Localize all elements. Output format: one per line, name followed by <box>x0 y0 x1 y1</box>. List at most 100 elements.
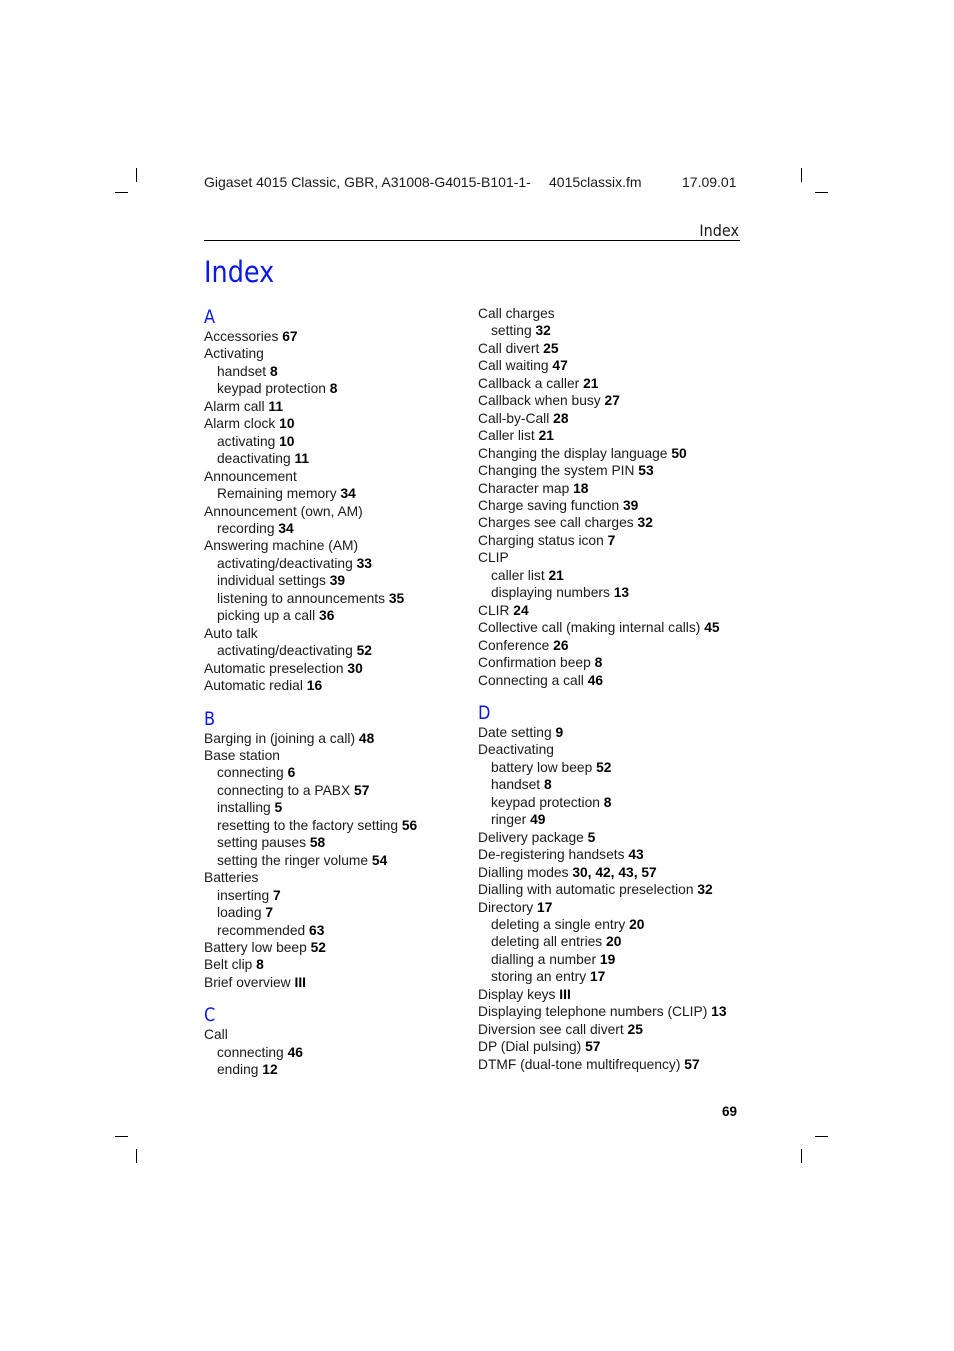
entry-page-ref[interactable]: 11 <box>294 451 309 466</box>
entry-page-ref[interactable]: 52 <box>357 643 372 658</box>
entry-page-ref[interactable]: 58 <box>310 835 325 850</box>
entry-term: installing <box>217 800 275 816</box>
entry-page-ref[interactable]: 11 <box>268 399 283 414</box>
entry-page-ref[interactable]: 7 <box>608 533 616 548</box>
entry-term: CLIP <box>478 550 509 566</box>
section-letter: A <box>204 306 216 328</box>
entry-page-ref[interactable]: 52 <box>596 760 611 775</box>
entry-page-ref[interactable]: 35 <box>389 591 404 606</box>
entry-page-ref[interactable]: 32 <box>638 515 653 530</box>
entry-page-ref[interactable]: 21 <box>583 376 598 391</box>
index-column-right: Call charges setting 32 Call divert 25 Call… <box>478 305 778 1073</box>
entry-page-ref[interactable]: 8 <box>270 364 278 379</box>
entry-page-ref[interactable]: 8 <box>256 957 264 972</box>
entry-page-ref[interactable]: 63 <box>309 923 324 938</box>
page-number: 69 <box>722 1104 738 1119</box>
entry-page-ref[interactable]: 17 <box>537 900 552 915</box>
entry-page-ref[interactable]: 54 <box>372 853 387 868</box>
entry-page-ref[interactable]: 20 <box>606 934 621 949</box>
entry-page-ref[interactable]: 20 <box>629 917 644 932</box>
entry-page-ref[interactable]: 57 <box>354 783 369 798</box>
entry-page-ref[interactable]: 10 <box>279 434 294 449</box>
entry-page-ref[interactable]: 32 <box>535 323 550 338</box>
entry-term: Charging status icon <box>478 532 608 548</box>
index-entry: Caller list 21 <box>478 427 778 444</box>
entry-page-ref[interactable]: 5 <box>275 800 283 815</box>
entry-page-ref[interactable]: 18 <box>573 481 588 496</box>
entry-page-ref[interactable]: 16 <box>307 678 322 693</box>
entry-page-ref[interactable]: 10 <box>279 416 294 431</box>
index-subentry: caller list 21 <box>478 567 778 584</box>
entry-term: setting <box>491 323 536 339</box>
entry-page-ref[interactable]: 7 <box>273 888 281 903</box>
entry-page-ref[interactable]: 8 <box>544 777 552 792</box>
entry-page-ref[interactable]: 34 <box>278 521 293 536</box>
entry-page-ref[interactable]: 39 <box>623 498 638 513</box>
entry-page-ref[interactable]: 25 <box>628 1022 643 1037</box>
entry-page-ref[interactable]: 19 <box>600 952 615 967</box>
entry-page-ref[interactable]: 53 <box>638 463 653 478</box>
entry-page-ref[interactable]: 45 <box>704 620 719 635</box>
entry-page-ref[interactable]: 67 <box>282 329 297 344</box>
entry-page-ref[interactable]: 49 <box>530 812 545 827</box>
entry-page-ref[interactable]: 8 <box>595 655 603 670</box>
index-entry: Charges see call charges 32 <box>478 514 778 531</box>
index-entry: DTMF (dual-tone multifrequency) 57 <box>478 1056 778 1073</box>
entry-page-ref[interactable]: 24 <box>513 603 528 618</box>
entry-page-ref[interactable]: 52 <box>311 940 326 955</box>
index-subentry: Remaining memory 34 <box>204 485 474 502</box>
entry-page-ref[interactable]: III <box>294 975 306 990</box>
entry-term: Connecting a call <box>478 672 588 688</box>
entry-page-ref[interactable]: 25 <box>543 341 558 356</box>
entry-page-ref[interactable]: 39 <box>330 573 345 588</box>
entry-page-ref[interactable]: 32 <box>697 882 712 897</box>
entry-page-ref[interactable]: 27 <box>605 393 620 408</box>
entry-page-ref[interactable]: 13 <box>614 585 629 600</box>
index-subentry: loading 7 <box>204 904 474 921</box>
index-entry: Charge saving function 39 <box>478 497 778 514</box>
entry-term: Automatic redial <box>204 678 307 694</box>
entry-page-ref[interactable]: 33 <box>357 556 372 571</box>
entry-page-ref[interactable]: 28 <box>553 411 568 426</box>
entry-term: Call <box>204 1027 228 1043</box>
entry-page-ref[interactable]: 5 <box>588 830 596 845</box>
entry-page-ref[interactable]: 6 <box>288 765 296 780</box>
index-subentry: recommended 63 <box>204 922 474 939</box>
entry-page-ref[interactable]: 43 <box>628 847 643 862</box>
entry-page-ref[interactable]: 36 <box>319 608 334 623</box>
entry-page-ref[interactable]: 56 <box>402 818 417 833</box>
index-entry: Date setting 9 <box>478 724 778 741</box>
entry-page-ref[interactable]: 7 <box>265 905 273 920</box>
entry-page-ref[interactable]: 21 <box>539 428 554 443</box>
entry-page-ref[interactable]: 47 <box>552 358 567 373</box>
entry-page-ref[interactable]: 57 <box>684 1057 699 1072</box>
entry-page-ref[interactable]: 48 <box>359 731 374 746</box>
entry-page-ref[interactable]: 46 <box>588 673 603 688</box>
entry-term: Directory <box>478 899 538 915</box>
entry-term: Automatic preselection <box>204 660 348 676</box>
entry-page-ref[interactable]: 8 <box>604 795 612 810</box>
entry-page-ref[interactable]: 8 <box>330 381 338 396</box>
entry-page-ref[interactable]: 21 <box>549 568 564 583</box>
entry-page-ref[interactable]: 46 <box>288 1045 303 1060</box>
index-entry: Dialling with automatic preselection 32 <box>478 881 778 898</box>
entry-page-ref[interactable]: 17 <box>590 969 605 984</box>
entry-page-ref[interactable]: 30, 42, 43, 57 <box>572 865 656 880</box>
entry-term: keypad protection <box>217 381 330 397</box>
entry-page-ref[interactable]: 9 <box>555 725 563 740</box>
index-subentry: keypad protection 8 <box>204 380 474 397</box>
index-entry: Changing the system PIN 53 <box>478 462 778 479</box>
entry-page-ref[interactable]: 30 <box>347 661 362 676</box>
entry-page-ref[interactable]: 12 <box>262 1062 277 1077</box>
entry-page-ref[interactable]: 13 <box>711 1004 726 1019</box>
entry-page-ref[interactable]: III <box>559 987 571 1002</box>
entry-page-ref[interactable]: 57 <box>585 1039 600 1054</box>
index-entry: Callback when busy 27 <box>478 392 778 409</box>
index-subentry: listening to announcements 35 <box>204 590 474 607</box>
entry-page-ref[interactable]: 50 <box>671 446 686 461</box>
entry-page-ref[interactable]: 34 <box>340 486 355 501</box>
entry-page-ref[interactable]: 26 <box>553 638 568 653</box>
